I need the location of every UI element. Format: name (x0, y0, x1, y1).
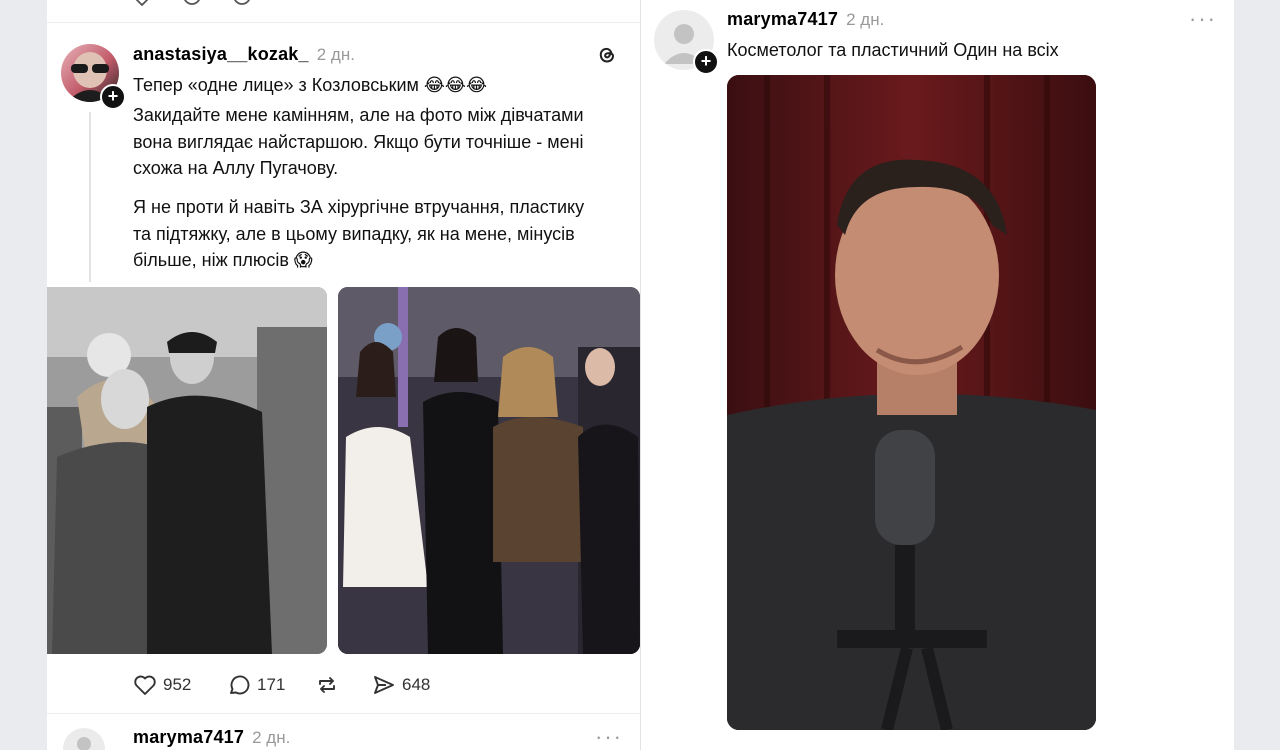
previous-post-actions (132, 0, 252, 6)
like-count: 952 (163, 675, 192, 694)
left-feed-panel: + anastasiya__kozak_ 2 дн. Тепер «одне л… (47, 0, 640, 750)
divider (47, 22, 640, 23)
like-button[interactable]: 952 (133, 674, 191, 696)
username[interactable]: anastasiya__kozak_ (133, 44, 309, 65)
right-feed-panel: + maryma7417 2 дн. ··· Косметолог та пла… (640, 0, 1234, 750)
more-options-icon[interactable]: ··· (595, 724, 623, 750)
avatar[interactable] (63, 728, 105, 750)
post-text-3: Я не проти й навіть ЗА хірургічне втруча… (133, 197, 585, 270)
more-options-icon[interactable]: ··· (1189, 6, 1217, 32)
post-image-group[interactable] (338, 287, 640, 654)
heart-icon (134, 675, 156, 695)
reply-icon (230, 675, 250, 695)
post-header: maryma7417 2 дн. (133, 727, 290, 748)
username[interactable]: maryma7417 (133, 727, 244, 748)
couple-photo (47, 287, 327, 654)
share-button[interactable]: 648 (372, 674, 430, 696)
reply-button[interactable]: 171 (227, 674, 285, 696)
post-header: anastasiya__kozak_ 2 дн. (133, 44, 355, 65)
group-photo (338, 287, 640, 654)
share-count: 648 (402, 675, 431, 694)
reply-count: 171 (257, 675, 286, 694)
send-icon (374, 676, 394, 694)
post-text: Косметолог та пластичний Один на всіх (727, 40, 1059, 60)
follow-plus-icon[interactable]: + (100, 84, 126, 110)
post-video[interactable] (727, 75, 1096, 730)
heart-icon[interactable] (132, 0, 152, 6)
post-time: 2 дн. (846, 10, 885, 29)
repost-icon[interactable] (232, 0, 252, 6)
post-image-couple[interactable] (47, 287, 327, 654)
post-time: 2 дн. (252, 728, 291, 747)
threads-logo-icon[interactable] (595, 43, 619, 67)
post-text-1: Тепер «одне лице» з Козловським 😂😂😂 (133, 75, 487, 95)
repost-icon (319, 677, 335, 693)
follow-plus-icon[interactable]: + (693, 49, 719, 75)
default-avatar-icon (77, 737, 91, 750)
podcast-guest-photo (727, 75, 1096, 730)
divider (47, 713, 640, 714)
post-time: 2 дн. (316, 45, 355, 64)
username[interactable]: maryma7417 (727, 9, 838, 30)
post-text-2: Закидайте мене камінням, але на фото між… (133, 105, 584, 178)
post-header: maryma7417 2 дн. (727, 9, 884, 30)
repost-button[interactable] (315, 674, 339, 696)
reply-icon[interactable] (182, 0, 202, 6)
thread-line (89, 112, 91, 282)
